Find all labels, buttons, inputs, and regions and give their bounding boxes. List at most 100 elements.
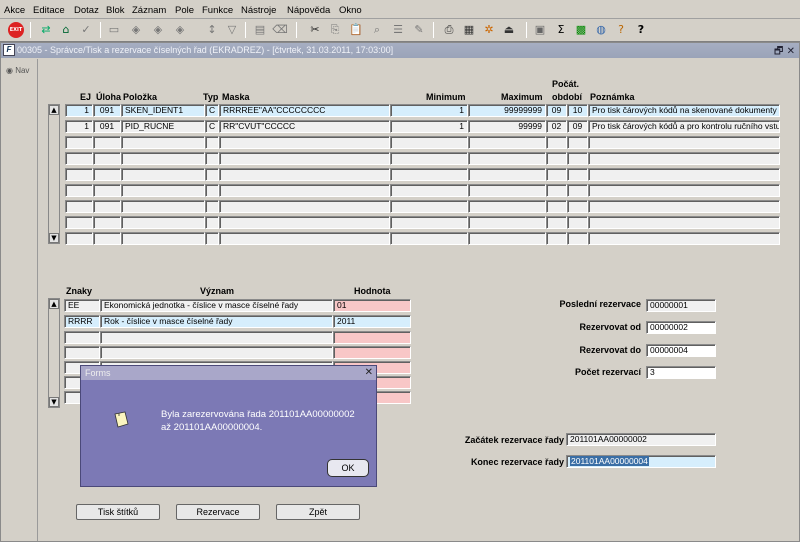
filter-icon[interactable]: ▽	[224, 22, 240, 38]
commit-icon[interactable]: ⌂	[58, 22, 74, 38]
empty-cell[interactable]	[390, 184, 468, 197]
eye-icon[interactable]: ⏏	[501, 22, 517, 38]
empty-cell[interactable]	[468, 200, 546, 213]
empty-cell[interactable]	[567, 152, 588, 165]
cut-icon[interactable]: ✂	[307, 22, 323, 38]
menu-nastroje[interactable]: Nástroje	[241, 5, 276, 16]
empty-cell[interactable]	[546, 136, 567, 149]
empty-cell[interactable]	[333, 331, 411, 344]
konec-rezervace-field[interactable]: 201101AA00000004	[566, 455, 716, 468]
cell-vyznam[interactable]: Ekonomická jednotka - číslice v masce čí…	[100, 299, 333, 312]
empty-cell[interactable]	[93, 184, 121, 197]
empty-cell[interactable]	[588, 184, 780, 197]
empty-cell[interactable]	[390, 152, 468, 165]
empty-cell[interactable]	[65, 232, 93, 245]
empty-cell[interactable]	[468, 216, 546, 229]
paste-icon[interactable]: 📋	[348, 22, 364, 38]
empty-cell[interactable]	[567, 168, 588, 181]
empty-cell[interactable]	[468, 232, 546, 245]
scroll-up-icon[interactable]: ▲	[49, 299, 59, 309]
rollback-icon[interactable]: ✓	[78, 22, 94, 38]
empty-cell[interactable]	[65, 184, 93, 197]
empty-cell[interactable]	[468, 136, 546, 149]
sum-icon[interactable]: Σ	[553, 22, 569, 38]
empty-cell[interactable]	[567, 184, 588, 197]
empty-cell[interactable]	[390, 136, 468, 149]
cell-maximum[interactable]: 99999	[468, 120, 546, 133]
empty-cell[interactable]	[121, 136, 205, 149]
zacatek-rezervace-field[interactable]: 201101AA00000002	[566, 433, 716, 446]
cell-znaky[interactable]: RRRR	[64, 315, 100, 328]
delete-record-icon[interactable]: ⌫	[272, 22, 288, 38]
ok-button[interactable]: OK	[327, 459, 369, 477]
empty-cell[interactable]	[219, 136, 390, 149]
empty-cell[interactable]	[93, 168, 121, 181]
cell-polozka[interactable]: SKEN_IDENT1	[121, 104, 205, 117]
top-table-scrollbar[interactable]: ▲ ▼	[48, 104, 60, 244]
rezervace-button[interactable]: Rezervace	[176, 504, 260, 520]
cell-typ[interactable]: C	[205, 120, 219, 133]
exit-icon[interactable]: EXIT	[8, 22, 24, 38]
empty-cell[interactable]	[219, 168, 390, 181]
insert-record-icon[interactable]: ▤	[252, 22, 268, 38]
help-icon[interactable]: ?	[633, 22, 649, 38]
cell-obdobi[interactable]: 09	[567, 120, 588, 133]
query-execute-icon[interactable]: ◈	[150, 22, 166, 38]
empty-cell[interactable]	[93, 216, 121, 229]
print-icon[interactable]: ⎙	[441, 22, 457, 38]
menu-napoveda[interactable]: Nápověda	[287, 5, 330, 16]
sort-icon[interactable]: ↕	[204, 22, 220, 38]
empty-cell[interactable]	[546, 152, 567, 165]
cell-maska[interactable]: RR"CVUT"CCCCC	[219, 120, 390, 133]
menu-blok[interactable]: Blok	[106, 5, 124, 16]
cell-polozka[interactable]: PID_RUCNE	[121, 120, 205, 133]
empty-cell[interactable]	[64, 331, 100, 344]
empty-cell[interactable]	[121, 184, 205, 197]
empty-cell[interactable]	[468, 168, 546, 181]
edit-icon[interactable]: ✎	[411, 22, 427, 38]
empty-cell[interactable]	[588, 232, 780, 245]
empty-cell[interactable]	[65, 200, 93, 213]
empty-cell[interactable]	[121, 232, 205, 245]
empty-cell[interactable]	[219, 152, 390, 165]
bottom-table-scrollbar[interactable]: ▲ ▼	[48, 298, 60, 408]
list-icon[interactable]: ☰	[390, 22, 406, 38]
scroll-down-icon[interactable]: ▼	[49, 397, 59, 407]
empty-cell[interactable]	[205, 184, 219, 197]
cell-vyznam[interactable]: Rok - číslice v masce číselné řady	[100, 315, 333, 328]
menu-dotaz[interactable]: Dotaz	[74, 5, 99, 16]
empty-cell[interactable]	[93, 200, 121, 213]
excel-icon[interactable]: ▩	[573, 22, 589, 38]
empty-cell[interactable]	[100, 331, 333, 344]
empty-cell[interactable]	[333, 346, 411, 359]
empty-cell[interactable]	[205, 136, 219, 149]
empty-cell[interactable]	[390, 232, 468, 245]
empty-cell[interactable]	[65, 136, 93, 149]
empty-cell[interactable]	[546, 168, 567, 181]
save-icon[interactable]: ⇄	[38, 22, 54, 38]
empty-cell[interactable]	[65, 216, 93, 229]
empty-cell[interactable]	[546, 200, 567, 213]
tisk-stitku-button[interactable]: Tisk štítků	[76, 504, 160, 520]
search-replace-icon[interactable]: ⌕	[369, 22, 385, 38]
empty-cell[interactable]	[219, 200, 390, 213]
pocet-rezervaci-field[interactable]: 3	[646, 366, 716, 379]
posledni-rezervace-field[interactable]: 00000001	[646, 299, 716, 312]
empty-cell[interactable]	[93, 232, 121, 245]
empty-cell[interactable]	[390, 168, 468, 181]
empty-cell[interactable]	[567, 232, 588, 245]
cell-poznamka[interactable]: Pro tisk čárových kódů na skenované doku…	[588, 104, 780, 117]
cell-pocat[interactable]: 02	[546, 120, 567, 133]
empty-cell[interactable]	[100, 346, 333, 359]
empty-cell[interactable]	[219, 232, 390, 245]
empty-cell[interactable]	[219, 216, 390, 229]
cell-pocat[interactable]: 09	[546, 104, 567, 117]
menu-pole[interactable]: Pole	[175, 5, 194, 16]
menu-akce[interactable]: Akce	[4, 5, 25, 16]
scroll-up-icon[interactable]: ▲	[49, 105, 59, 115]
empty-cell[interactable]	[93, 152, 121, 165]
nav-toggle[interactable]: ◉ Nav	[6, 66, 29, 75]
empty-cell[interactable]	[546, 184, 567, 197]
info-icon[interactable]: ◍	[593, 22, 609, 38]
cell-uloha[interactable]: 091	[93, 104, 121, 117]
